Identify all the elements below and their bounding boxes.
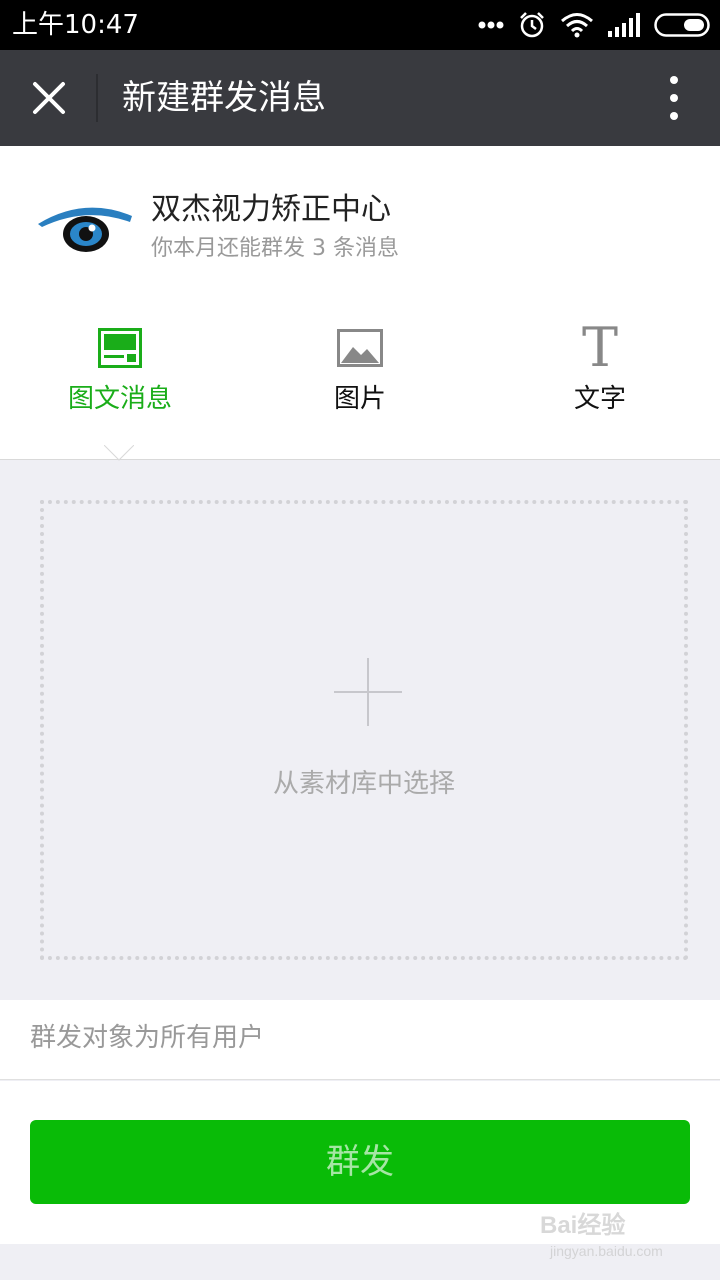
status-time: 上午10:47 [12,10,139,40]
message-type-tabs: 图文消息 图片 T 文字 [0,286,720,460]
tab-text-label: 文字 [573,384,626,414]
more-options-button[interactable] [662,76,686,120]
app-bar-divider [96,74,98,122]
cellular-signal-icon [608,13,640,37]
select-from-library-area[interactable]: 从素材库中选择 [40,500,688,960]
account-name: 双杰视力矫正中心 [151,192,391,227]
recipients-row[interactable]: 群发对象为所有用户 [0,1000,720,1080]
more-dots-icon [478,21,504,29]
tab-image[interactable]: 图片 [240,326,480,426]
text-icon: T [581,316,619,379]
tab-image-label: 图片 [333,384,386,414]
watermark-main: Bai经验 [540,1212,626,1239]
watermark: Bai经验 jingyan.baidu.com [540,1208,680,1264]
more-vertical-icon [670,76,678,84]
app-bar: 新建群发消息 [0,50,720,146]
battery-icon [654,13,710,37]
status-bar: 上午10:47 [0,0,720,50]
alarm-clock-icon [518,11,546,39]
recipients-label: 群发对象为所有用户 [30,1023,265,1053]
image-icon [337,329,383,367]
status-icons [478,8,710,42]
plus-icon [334,658,402,726]
quota-text: 你本月还能群发 3 条消息 [151,236,399,261]
eye-logo-icon [38,207,132,252]
close-button[interactable] [20,68,78,128]
watermark-sub: jingyan.baidu.com [550,1243,663,1259]
close-icon [33,82,65,114]
active-tab-pointer [104,445,134,461]
tab-article-label: 图文消息 [67,384,172,414]
send-button[interactable]: 群发 [30,1120,690,1204]
wifi-icon [560,12,594,38]
select-from-library-label: 从素材库中选择 [272,769,455,799]
account-header: 双杰视力矫正中心 你本月还能群发 3 条消息 [0,146,720,286]
tab-text[interactable]: T 文字 [480,316,720,426]
tab-article[interactable]: 图文消息 [0,326,240,426]
page-title: 新建群发消息 [122,78,326,118]
article-icon [98,328,142,368]
send-button-label: 群发 [326,1142,394,1182]
